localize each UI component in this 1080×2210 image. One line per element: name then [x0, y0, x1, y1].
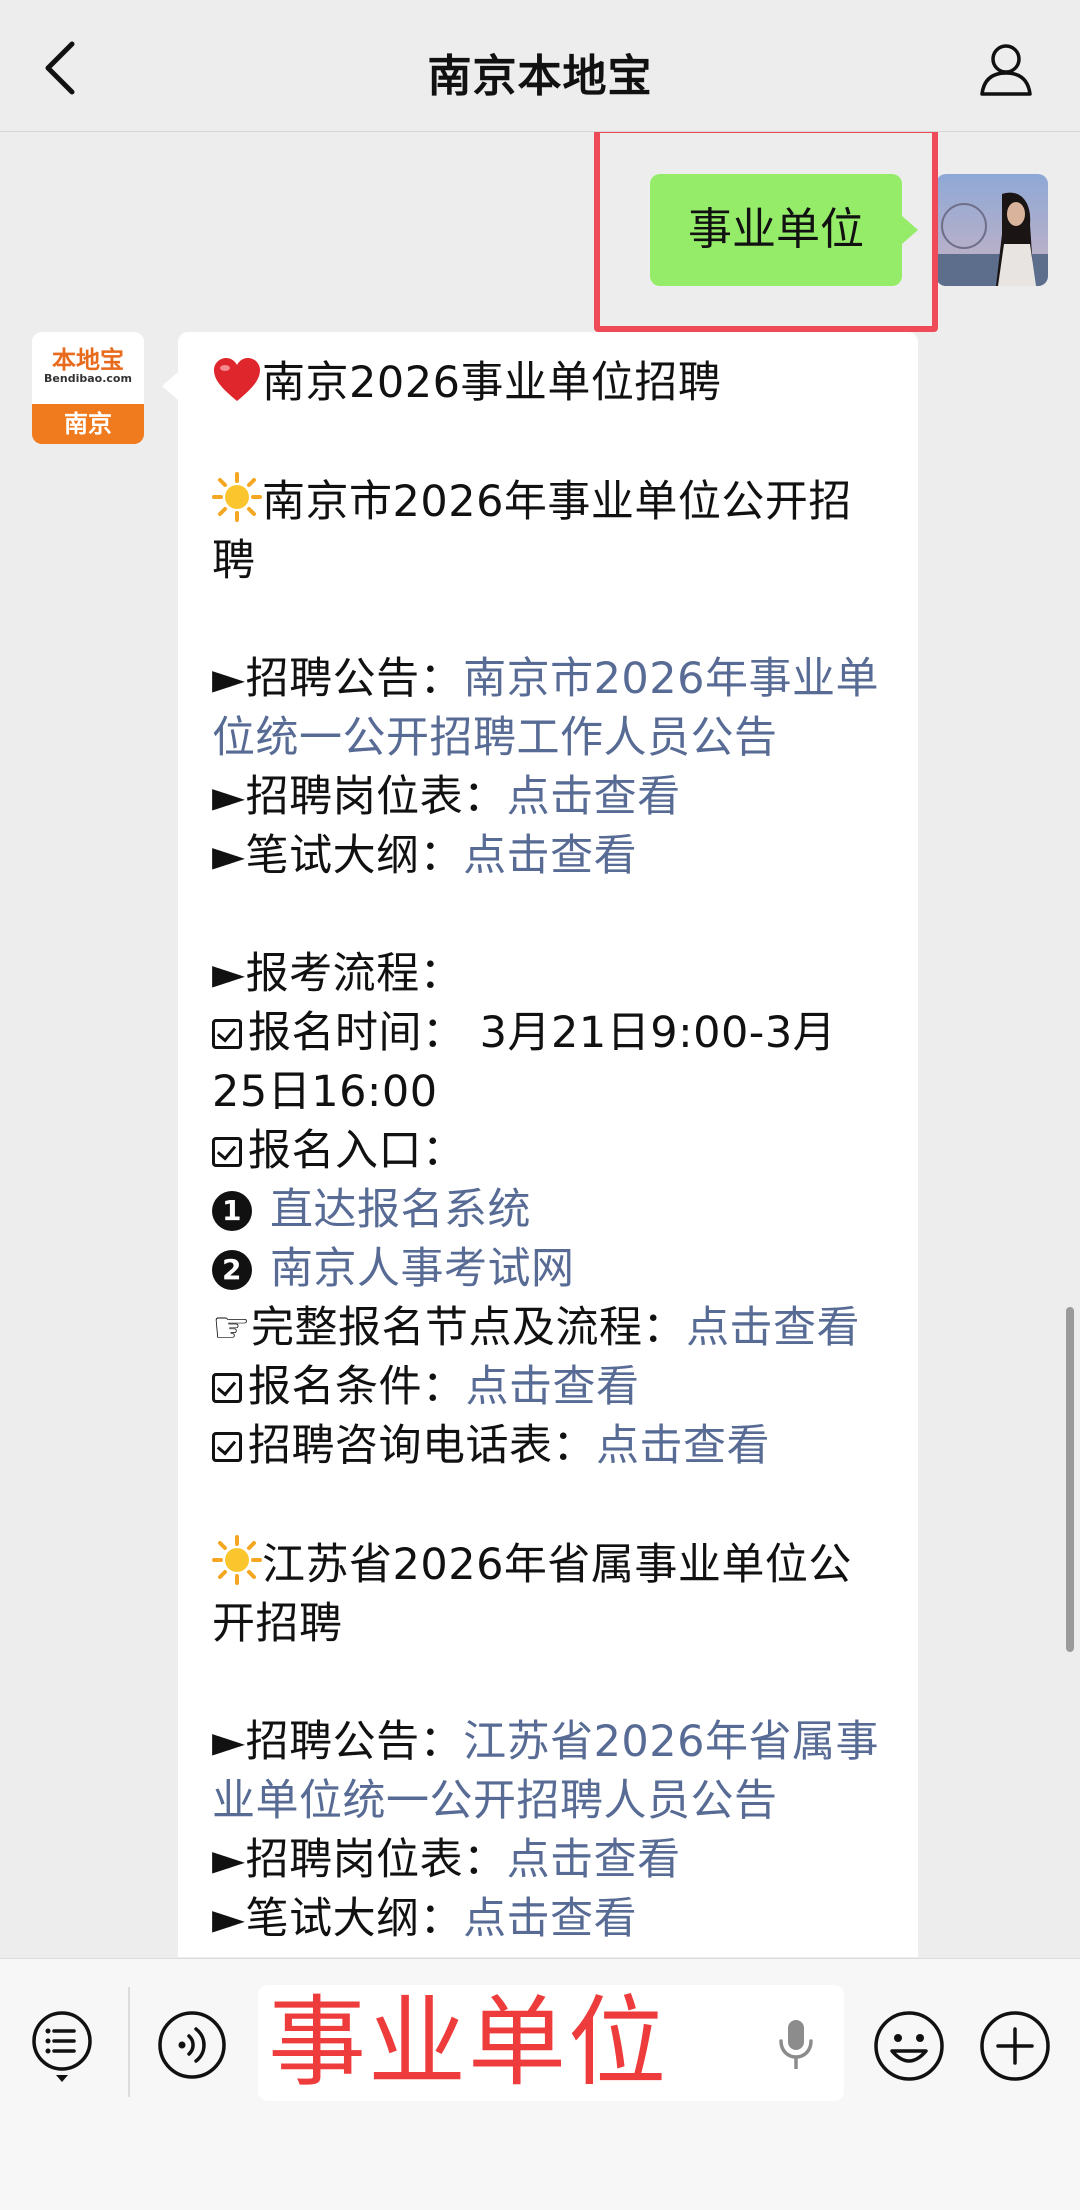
js-positions-line: ►招聘岗位表：点击查看	[212, 1831, 884, 1890]
js-syllabus-link[interactable]: 点击查看	[463, 1894, 637, 1944]
sun-icon	[212, 472, 262, 522]
nj-syllabus-line: ►笔试大纲：点击查看	[212, 827, 884, 886]
scrollbar[interactable]	[1066, 1307, 1074, 1652]
nj-syllabus-link[interactable]: 点击查看	[463, 831, 637, 881]
emoji-icon[interactable]	[872, 2009, 946, 2083]
nj-entry-line: 报名入口：	[212, 1122, 884, 1181]
profile-icon[interactable]	[977, 40, 1035, 98]
checkbox-icon	[212, 1137, 242, 1167]
nj-cond-line: 报名条件：点击查看	[212, 1358, 884, 1417]
message-input-text: 事业单位	[268, 1986, 669, 2100]
nj-positions-line: ►招聘岗位表：点击查看	[212, 768, 884, 827]
nj-entry-label: 报名入口：	[248, 1126, 466, 1176]
highlight-box	[594, 132, 938, 332]
checkbox-icon	[212, 1373, 242, 1403]
nj-cond-link[interactable]: 点击查看	[466, 1362, 640, 1412]
divider	[128, 1987, 130, 2097]
plus-icon[interactable]	[978, 2009, 1052, 2083]
received-message-bubble: 南京2026事业单位招聘 南京市2026年事业单位公开招聘 ►招聘公告：南京市2…	[178, 332, 918, 1957]
checkbox-icon	[212, 1432, 242, 1462]
message-heading: 南京2026事业单位招聘	[262, 358, 722, 408]
nj-entry1-line: 1 直达报名系统	[212, 1181, 884, 1240]
nj-entry2-link[interactable]: 南京人事考试网	[270, 1244, 575, 1294]
nj-time-text: 报名时间： 3月21日9:00-3月25日16:00	[212, 1008, 837, 1117]
nj-flow-link[interactable]: 点击查看	[686, 1303, 860, 1353]
user-avatar[interactable]	[936, 174, 1048, 286]
message-input[interactable]: 事业单位	[258, 1985, 844, 2101]
js-syllabus-label: ►笔试大纲：	[212, 1894, 464, 1944]
js-positions-label: ►招聘岗位表：	[212, 1835, 507, 1885]
nj-positions-label: ►招聘岗位表：	[212, 772, 507, 822]
nj-title: 南京市2026年事业单位公开招聘	[212, 477, 852, 586]
nj-syllabus-label: ►笔试大纲：	[212, 831, 464, 881]
number-two-icon: 2	[212, 1250, 252, 1290]
nj-positions-link[interactable]: 点击查看	[507, 772, 681, 822]
nj-phone-line: 招聘咨询电话表：点击查看	[212, 1417, 884, 1476]
input-bar: 事业单位	[0, 1958, 1080, 2210]
js-syllabus-line: ►笔试大纲：点击查看	[212, 1890, 884, 1949]
red-heart-icon	[214, 358, 260, 401]
user-avatar-image	[936, 174, 1048, 286]
js-title-line: 江苏省2026年省属事业单位公开招聘	[212, 1535, 884, 1654]
nj-time-line: 报名时间： 3月21日9:00-3月25日16:00	[212, 1004, 884, 1122]
bot-logo-sub: Bendibao.com	[44, 372, 132, 385]
js-notice-line: ►招聘公告：江苏省2026年省属事业单位统一公开招聘人员公告	[212, 1713, 884, 1831]
checkbox-icon	[212, 1019, 242, 1049]
js-title: 江苏省2026年省属事业单位公开招聘	[212, 1540, 852, 1649]
nj-entry1-link[interactable]: 直达报名系统	[270, 1185, 531, 1235]
menu-list-icon[interactable]	[30, 2009, 94, 2083]
nj-flow-label: ☞完整报名节点及流程：	[212, 1303, 687, 1353]
nj-cond-label: 报名条件：	[248, 1362, 466, 1412]
chat-header: 南京本地宝	[0, 0, 1080, 132]
nj-notice-label: ►招聘公告：	[212, 654, 464, 704]
nj-notice-line: ►招聘公告：南京市2026年事业单位统一公开招聘工作人员公告	[212, 650, 884, 768]
nj-phone-link[interactable]: 点击查看	[596, 1421, 770, 1471]
sun-icon	[212, 1535, 262, 1585]
message-heading-line: 南京2026事业单位招聘	[212, 354, 884, 413]
nj-process-line: ►报考流程：	[212, 945, 884, 1004]
microphone-icon[interactable]	[774, 2017, 818, 2073]
bot-city-label: 南京	[32, 404, 144, 444]
bot-logo-text: 本地宝	[52, 345, 124, 374]
bot-avatar[interactable]: 本地宝 Bendibao.com 南京	[32, 332, 144, 444]
nj-entry2-line: 2 南京人事考试网	[212, 1240, 884, 1299]
number-one-icon: 1	[212, 1191, 252, 1231]
nj-process-label: ►报考流程：	[212, 949, 464, 999]
nj-phone-label: 招聘咨询电话表：	[248, 1421, 596, 1471]
voice-mode-icon[interactable]	[156, 2009, 228, 2081]
chat-title: 南京本地宝	[427, 51, 653, 102]
received-bubble-tail	[162, 372, 178, 400]
js-notice-label: ►招聘公告：	[212, 1717, 464, 1767]
chat-area[interactable]: 事业单位 本地宝 Bendibao.com 南京 南京2026事业单位招聘 南京…	[0, 132, 1080, 1957]
js-positions-link[interactable]: 点击查看	[507, 1835, 681, 1885]
nj-title-line: 南京市2026年事业单位公开招聘	[212, 472, 884, 591]
nj-flow-line: ☞完整报名节点及流程：点击查看	[212, 1299, 884, 1358]
